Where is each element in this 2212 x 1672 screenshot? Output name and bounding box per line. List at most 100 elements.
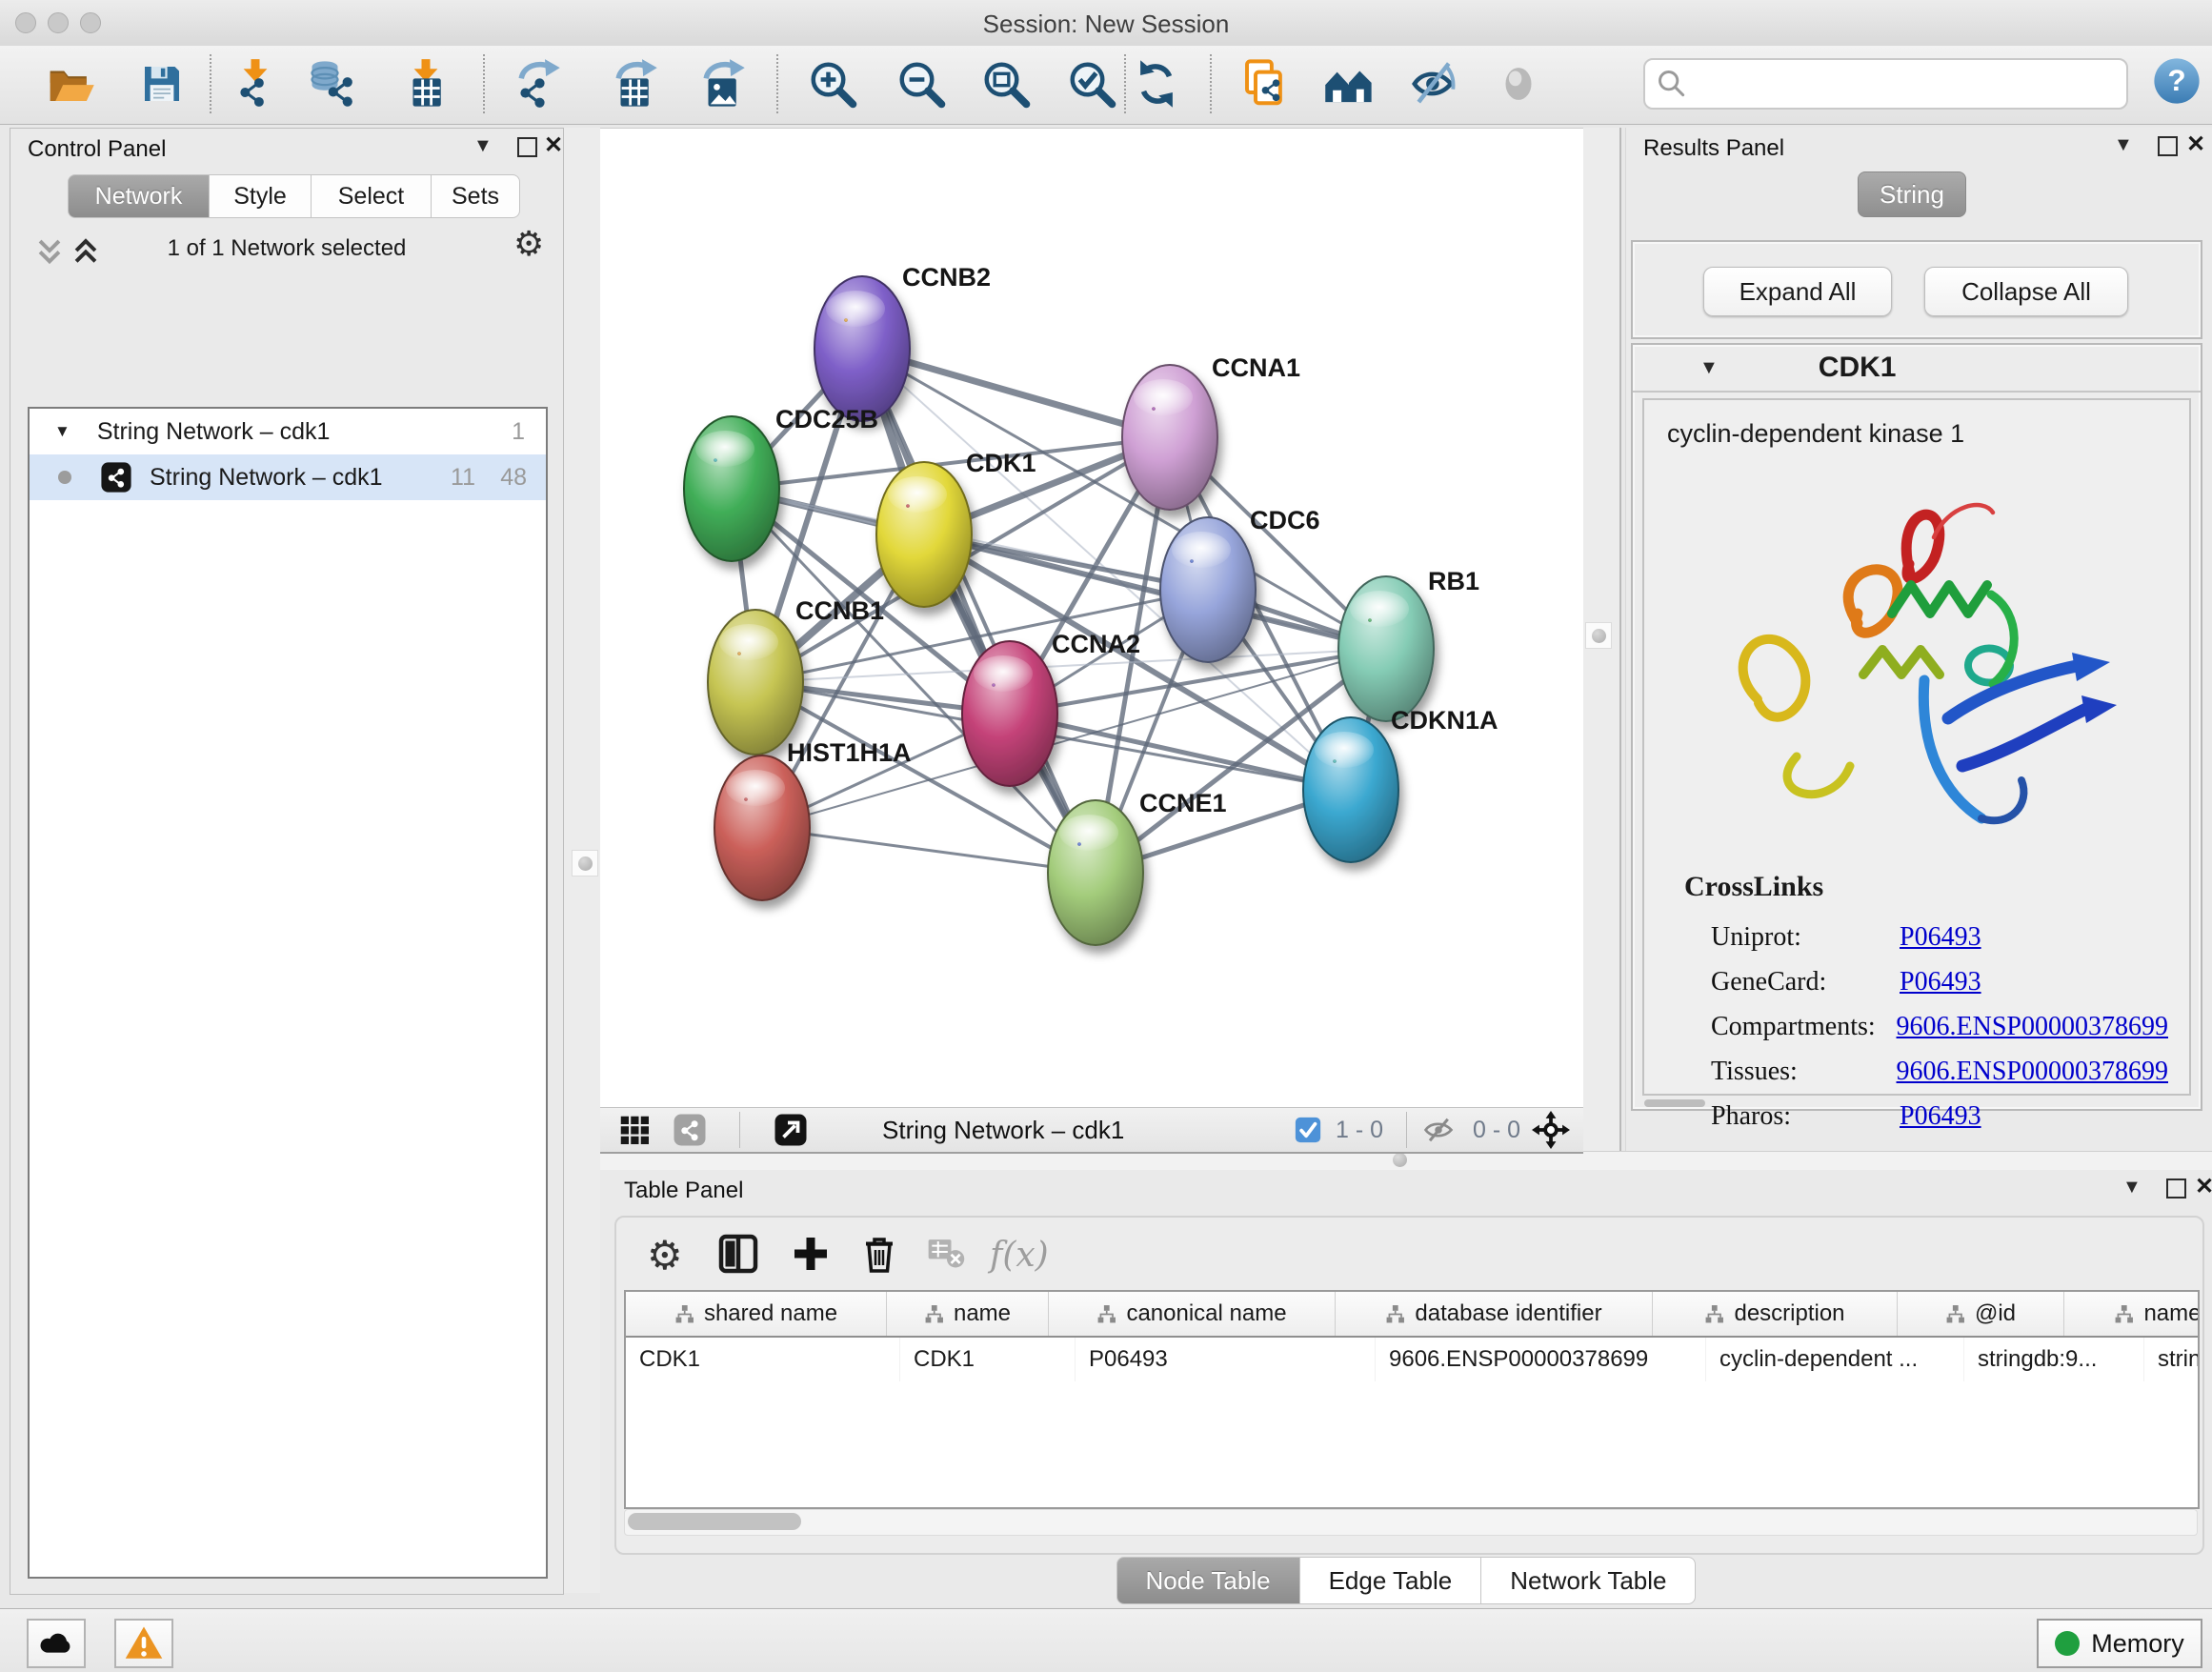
results-panel-float-icon[interactable] — [2158, 136, 2178, 156]
help-icon[interactable]: ? — [2151, 55, 2202, 107]
node-label-HIST1H1A: HIST1H1A — [787, 738, 912, 767]
tab-node-table[interactable]: Node Table — [1116, 1557, 1300, 1604]
current-network-name: String Network – cdk1 — [882, 1116, 1124, 1145]
results-panel-collapse-icon[interactable]: ▼ — [2114, 135, 2133, 154]
selected-checkbox-icon[interactable] — [1294, 1116, 1322, 1144]
table-row[interactable]: CDK1CDK1P064939606.ENSP00000378699cyclin… — [626, 1338, 2198, 1381]
grid-view-icon[interactable] — [617, 1113, 652, 1147]
network-edge-CDK1-RB1[interactable] — [924, 534, 1386, 649]
network-selection-status: 1 of 1 Network selected — [10, 235, 563, 262]
column-header-description[interactable]: description — [1653, 1292, 1898, 1336]
crosslink-value-link[interactable]: P06493 — [1900, 1101, 1981, 1132]
tab-select[interactable]: Select — [312, 174, 432, 218]
crosslink-value-link[interactable]: 9606.ENSP00000378699 — [1897, 1012, 2168, 1042]
control-panel-title: Control Panel — [28, 136, 166, 163]
network-edge-HIST1H1A-CCNE1[interactable] — [762, 828, 1096, 873]
string-network-badge-icon[interactable] — [673, 1113, 707, 1147]
network-node-HIST1H1A[interactable]: HIST1H1A — [714, 738, 912, 900]
collapse-all-button[interactable]: Collapse All — [1924, 267, 2128, 316]
table-settings-icon[interactable]: ⚙ — [647, 1231, 696, 1280]
node-entry-header[interactable]: ▼ CDK1 — [1633, 345, 2201, 393]
import-table-icon[interactable] — [400, 58, 452, 110]
search-box[interactable] — [1643, 58, 2128, 110]
network-node-CDC6[interactable]: CDC6 — [1160, 506, 1320, 662]
tab-string[interactable]: String — [1858, 171, 1966, 217]
birds-eye-view-icon[interactable] — [774, 1113, 808, 1147]
export-network-icon[interactable] — [511, 58, 562, 110]
tab-style[interactable]: Style — [210, 174, 312, 218]
import-database-icon[interactable] — [308, 58, 359, 110]
entry-hscrollbar-thumb[interactable] — [1644, 1099, 1705, 1107]
column-header-at-id[interactable]: @id — [1898, 1292, 2064, 1336]
tab-network-table[interactable]: Network Table — [1481, 1557, 1696, 1604]
tree-row-network[interactable]: String Network – cdk1 11 48 — [30, 454, 546, 500]
zoom-fit-icon[interactable] — [980, 58, 1032, 110]
column-header-namespace[interactable]: namespace — [2064, 1292, 2200, 1336]
tab-edge-table[interactable]: Edge Table — [1300, 1557, 1482, 1604]
hidden-eye-icon[interactable] — [1421, 1113, 1456, 1147]
warning-status-button[interactable] — [114, 1619, 173, 1668]
export-image-icon[interactable] — [695, 58, 747, 110]
hide-selected-icon[interactable] — [1408, 58, 1459, 110]
new-network-from-selection-icon[interactable] — [1238, 58, 1290, 110]
horizontal-splitter-handle[interactable] — [1393, 1153, 1407, 1167]
table-cell: CDK1 — [626, 1338, 900, 1381]
tree-collapse-icon[interactable]: ▼ — [54, 422, 70, 441]
cloud-status-button[interactable] — [27, 1619, 86, 1668]
column-header-canonical-name[interactable]: canonical name — [1049, 1292, 1336, 1336]
crosslink-value-link[interactable]: P06493 — [1900, 922, 1981, 953]
zoom-selected-icon[interactable] — [1066, 58, 1117, 110]
network-node-CDK1[interactable]: CDK1 — [876, 449, 1036, 607]
save-session-icon[interactable] — [136, 58, 188, 110]
open-session-icon[interactable] — [45, 58, 96, 110]
apply-layout-icon[interactable] — [1131, 58, 1182, 110]
add-column-icon[interactable] — [788, 1231, 837, 1280]
left-splitter-handle[interactable] — [572, 850, 598, 876]
network-node-CCNB2[interactable]: CCNB2 — [814, 263, 991, 421]
table-panel-close-icon[interactable]: ✕ — [2195, 1178, 2212, 1197]
delete-column-icon[interactable] — [856, 1231, 906, 1280]
right-splitter-handle[interactable] — [1585, 622, 1612, 649]
control-panel-float-icon[interactable] — [517, 137, 537, 157]
memory-button[interactable]: Memory — [2037, 1619, 2202, 1668]
network-edge-CCNB2-CCNE1[interactable] — [862, 349, 1096, 873]
network-panel-options-gear-icon[interactable]: ⚙ — [513, 224, 544, 264]
network-node-RB1[interactable]: RB1 — [1338, 567, 1479, 721]
table-hscrollbar-thumb[interactable] — [628, 1513, 801, 1530]
zoom-out-icon[interactable] — [895, 58, 947, 110]
window-titlebar: Session: New Session — [0, 0, 2212, 47]
table-panel-float-icon[interactable] — [2166, 1178, 2186, 1199]
table-panel-collapse-icon[interactable]: ▼ — [2122, 1178, 2142, 1197]
network-node-CCNA1[interactable]: CCNA1 — [1122, 353, 1300, 510]
network-node-CCNE1[interactable]: CCNE1 — [1048, 789, 1227, 945]
show-all-icon[interactable] — [1493, 58, 1544, 110]
column-header-database-identifier[interactable]: database identifier — [1336, 1292, 1653, 1336]
network-canvas[interactable]: CCNB2 CCNA1 CDC25B CDK1 CDC6 RB1 CCNB1 — [600, 128, 1583, 1108]
import-network-icon[interactable] — [230, 58, 281, 110]
column-header-shared-name[interactable]: shared name — [626, 1292, 887, 1336]
table-hscrollbar[interactable] — [624, 1509, 2198, 1536]
show-columns-icon[interactable] — [715, 1231, 765, 1280]
column-header-name[interactable]: name — [887, 1292, 1049, 1336]
tab-sets[interactable]: Sets — [432, 174, 520, 218]
results-panel-close-icon[interactable]: ✕ — [2186, 135, 2205, 154]
crosslink-value-link[interactable]: P06493 — [1900, 967, 1981, 997]
move-crosshair-icon[interactable] — [1532, 1111, 1570, 1149]
tree-row-collection[interactable]: ▼ String Network – cdk1 1 — [30, 409, 546, 454]
search-input[interactable] — [1691, 64, 2126, 104]
entry-collapse-icon[interactable]: ▼ — [1699, 357, 1719, 379]
crosslink-label: Pharos: — [1711, 1101, 1900, 1132]
crosslink-value-link[interactable]: 9606.ENSP00000378699 — [1897, 1057, 2168, 1087]
string-network-icon — [100, 461, 132, 494]
network-node-CDKN1A[interactable]: CDKN1A — [1303, 706, 1498, 862]
network-edge-CCNA2-CDKN1A[interactable] — [1010, 714, 1351, 790]
control-panel-close-icon[interactable]: ✕ — [544, 136, 563, 155]
table-body: CDK1CDK1P064939606.ENSP00000378699cyclin… — [626, 1338, 2198, 1381]
first-neighbors-icon[interactable] — [1323, 58, 1375, 110]
network-node-CCNB1[interactable]: CCNB1 — [708, 596, 884, 755]
expand-all-button[interactable]: Expand All — [1703, 267, 1892, 316]
export-table-icon[interactable] — [608, 58, 659, 110]
tab-network[interactable]: Network — [68, 174, 210, 218]
control-panel-collapse-icon[interactable]: ▼ — [473, 136, 493, 155]
zoom-in-icon[interactable] — [807, 58, 858, 110]
